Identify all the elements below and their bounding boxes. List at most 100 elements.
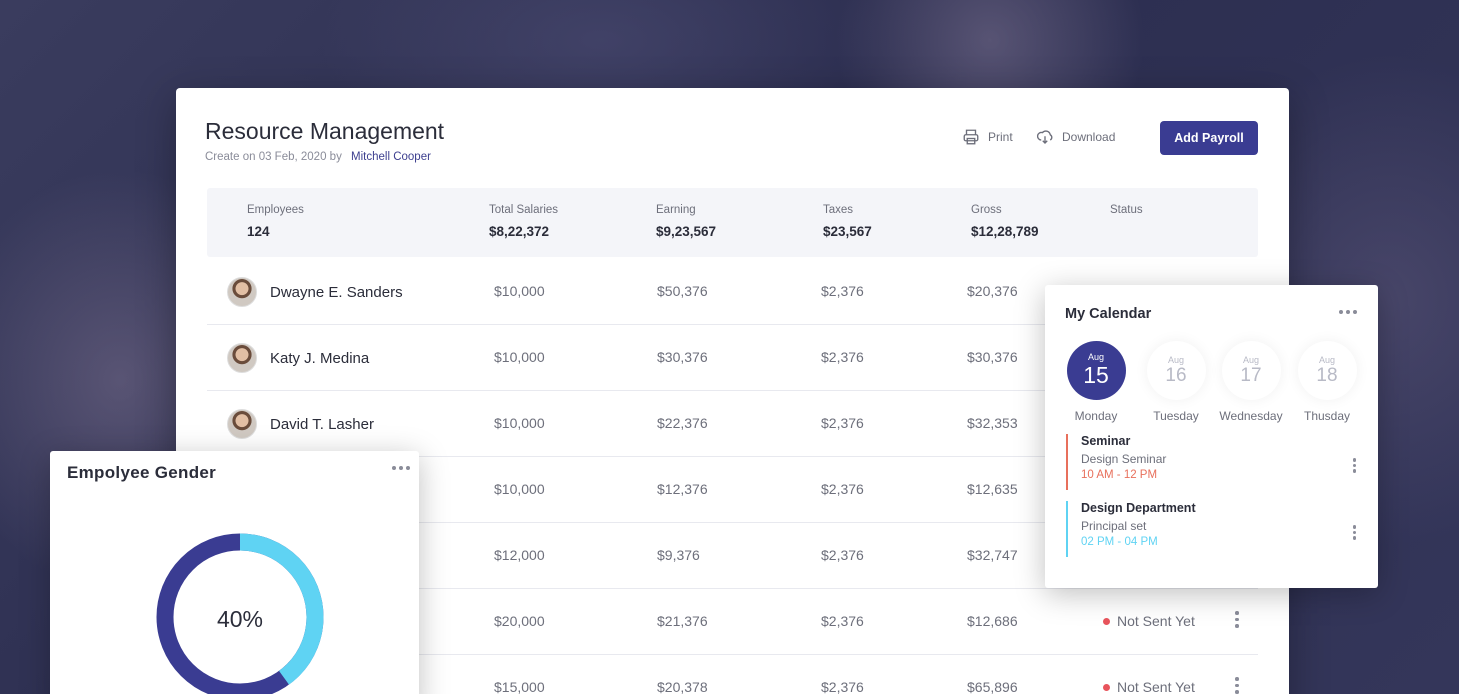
event-subtitle: Design Seminar <box>1081 452 1167 466</box>
tax-cell: $2,376 <box>821 679 864 694</box>
employee-cell: David T. Lasher <box>227 409 374 439</box>
earning-cell: $50,376 <box>657 283 708 299</box>
calendar-day[interactable]: Aug 15 Monday <box>1061 341 1131 423</box>
avatar <box>227 409 257 439</box>
tax-cell: $2,376 <box>821 283 864 299</box>
earning-cell: $30,376 <box>657 349 708 365</box>
cloud-download-icon <box>1036 130 1053 144</box>
created-text: Create on 03 Feb, 2020 by <box>205 151 342 163</box>
summary-value: 124 <box>247 224 270 239</box>
summary-label: Gross <box>971 204 1002 216</box>
salary-cell: $12,000 <box>494 547 545 563</box>
print-button[interactable]: Print <box>962 128 1013 146</box>
calendar-day[interactable]: Aug 17 Wednesday <box>1216 341 1286 423</box>
tax-cell: $2,376 <box>821 349 864 365</box>
summary-bar: Employees 124 Total Salaries $8,22,372 E… <box>207 188 1258 257</box>
day-weekday: Tuesday <box>1153 409 1199 423</box>
event-time: 10 AM - 12 PM <box>1081 469 1158 481</box>
row-options-icon[interactable] <box>1234 677 1240 694</box>
employee-name: David T. Lasher <box>270 415 374 433</box>
status-text: Not Sent Yet <box>1117 613 1195 629</box>
day-weekday: Monday <box>1074 409 1118 423</box>
my-calendar-card: My Calendar Aug 15 Monday Aug 16 Tuesday… <box>1045 285 1378 588</box>
employee-cell: Dwayne E. Sanders <box>227 277 403 307</box>
summary-employees: Employees 124 <box>247 204 304 239</box>
employee-cell: Katy J. Medina <box>227 343 369 373</box>
calendar-event[interactable]: Seminar Design Seminar 10 AM - 12 PM <box>1066 434 1356 490</box>
event-options-icon[interactable] <box>1352 525 1356 540</box>
gender-percent-label: 40% <box>216 606 264 632</box>
day-number: 15 <box>1083 362 1109 388</box>
status-dot <box>1103 683 1110 691</box>
status-dot <box>1103 617 1110 625</box>
event-options-icon[interactable] <box>1352 458 1356 473</box>
day-circle: Aug 17 <box>1221 341 1281 400</box>
event-time: 02 PM - 04 PM <box>1081 536 1158 548</box>
day-month: Aug <box>1242 354 1259 365</box>
summary-value: $9,23,567 <box>656 224 717 239</box>
add-payroll-button[interactable]: Add Payroll <box>1160 121 1258 155</box>
print-label: Print <box>988 130 1013 144</box>
summary-label: Taxes <box>823 204 854 216</box>
event-title: Design Department <box>1081 501 1196 515</box>
more-options-icon[interactable] <box>392 466 410 470</box>
page-title: Resource Management <box>205 118 445 144</box>
day-number: 16 <box>1165 364 1187 386</box>
day-circle: Aug 18 <box>1297 341 1357 400</box>
gross-cell: $20,376 <box>967 283 1018 299</box>
day-circle: Aug 16 <box>1146 341 1206 400</box>
day-month: Aug <box>1318 354 1335 365</box>
status-badge: Not Sent Yet <box>1103 613 1195 629</box>
calendar-day[interactable]: Aug 16 Tuesday <box>1141 341 1211 423</box>
gross-cell: $12,635 <box>967 481 1018 497</box>
summary-earning: Earning $9,23,567 <box>656 204 716 239</box>
row-options-icon[interactable] <box>1234 611 1240 628</box>
earning-cell: $12,376 <box>657 481 708 497</box>
employee-gender-card: Empolyee Gender 40% <box>50 451 419 694</box>
earning-cell: $21,376 <box>657 613 708 629</box>
summary-value: $12,28,789 <box>971 224 1039 239</box>
event-title: Seminar <box>1081 434 1131 448</box>
summary-salaries: Total Salaries $8,22,372 <box>489 204 558 239</box>
gross-cell: $65,896 <box>967 679 1018 694</box>
salary-cell: $10,000 <box>494 349 545 365</box>
avatar <box>227 277 257 307</box>
summary-value: $8,22,372 <box>489 224 550 239</box>
employee-name: Dwayne E. Sanders <box>270 283 403 301</box>
salary-cell: $10,000 <box>494 481 545 497</box>
summary-label: Employees <box>247 204 304 216</box>
download-button[interactable]: Download <box>1036 128 1115 146</box>
gross-cell: $32,747 <box>967 547 1018 563</box>
summary-status: Status <box>1110 204 1143 216</box>
employee-name: Katy J. Medina <box>270 349 370 367</box>
printer-icon <box>963 129 979 145</box>
created-info: Create on 03 Feb, 2020 by Mitchell Coope… <box>205 151 431 163</box>
salary-cell: $10,000 <box>494 283 545 299</box>
day-weekday: Thusday <box>1303 409 1351 423</box>
earning-cell: $22,376 <box>657 415 708 431</box>
day-circle: Aug 15 <box>1066 341 1126 400</box>
summary-label: Total Salaries <box>489 204 559 216</box>
tax-cell: $2,376 <box>821 547 864 563</box>
tax-cell: $2,376 <box>821 481 864 497</box>
day-month: Aug <box>1167 354 1184 365</box>
tax-cell: $2,376 <box>821 415 864 431</box>
more-options-icon[interactable] <box>1339 310 1357 314</box>
event-color-bar <box>1066 501 1068 557</box>
calendar-day[interactable]: Aug 18 Thusday <box>1292 341 1362 423</box>
salary-cell: $20,000 <box>494 613 545 629</box>
salary-cell: $10,000 <box>494 415 545 431</box>
earning-cell: $20,378 <box>657 679 708 694</box>
day-number: 18 <box>1316 364 1338 386</box>
calendar-event[interactable]: Design Department Principal set 02 PM - … <box>1066 501 1356 557</box>
status-text: Not Sent Yet <box>1117 679 1195 694</box>
summary-gross: Gross $12,28,789 <box>971 204 1039 239</box>
salary-cell: $15,000 <box>494 679 545 694</box>
author-link[interactable]: Mitchell Cooper <box>351 151 431 163</box>
gender-donut-chart: 40% <box>150 527 330 694</box>
event-subtitle: Principal set <box>1081 519 1147 533</box>
day-weekday: Wednesday <box>1219 409 1283 423</box>
download-label: Download <box>1062 130 1116 144</box>
avatar <box>227 343 257 373</box>
summary-label: Earning <box>656 204 696 216</box>
